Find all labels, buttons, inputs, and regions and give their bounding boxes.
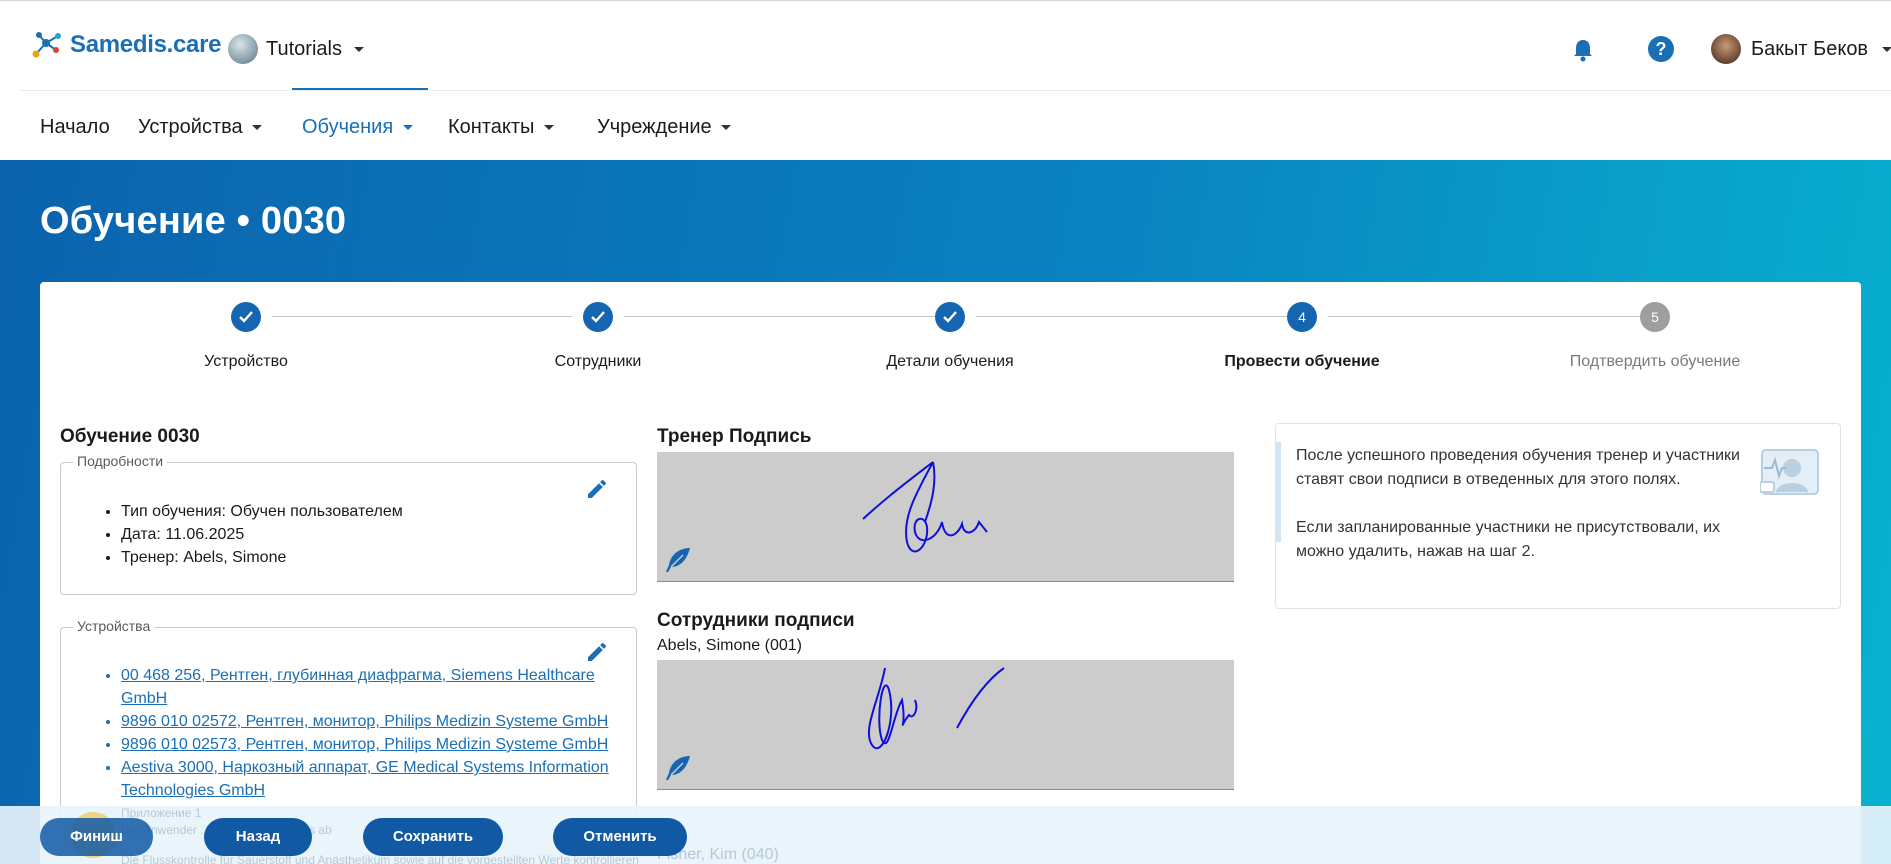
step-label: Провести обучение bbox=[1224, 353, 1380, 370]
step-connector bbox=[1328, 316, 1641, 317]
back-button[interactable]: Назад bbox=[204, 818, 312, 856]
list-item: 00 468 256, Рентген, глубинная диафрагма… bbox=[121, 664, 631, 710]
device-link[interactable]: Aestiva 3000, Наркозный аппарат, GE Medi… bbox=[121, 759, 609, 799]
nav-item-trainings[interactable]: Обучения bbox=[302, 116, 413, 139]
finish-button[interactable]: Финиш bbox=[40, 818, 153, 856]
main-nav: Начало Устройства Обучения Контакты Учре… bbox=[0, 91, 1891, 160]
user-avatar bbox=[1711, 34, 1741, 64]
check-icon bbox=[239, 311, 253, 323]
tenant-avatar bbox=[228, 34, 258, 64]
bell-icon bbox=[1574, 40, 1592, 62]
nav-item-label: Обучения bbox=[302, 116, 394, 138]
logo[interactable]: Samedis.care bbox=[30, 30, 221, 60]
info-text: После успешного проведения обучения трен… bbox=[1296, 444, 1746, 564]
user-name: Бакыт Беков bbox=[1751, 37, 1869, 60]
step-3-details[interactable] bbox=[935, 302, 965, 332]
chevron-down-icon bbox=[402, 125, 413, 131]
info-accent-bar bbox=[1276, 442, 1281, 542]
details-legend: Подробности bbox=[73, 453, 168, 469]
feather-icon[interactable] bbox=[663, 545, 693, 575]
step-1-device[interactable] bbox=[231, 302, 261, 332]
user-menu[interactable]: Бакыт Беков bbox=[1711, 34, 1891, 64]
list-item: 9896 010 02573, Рентген, монитор, Philip… bbox=[121, 733, 631, 756]
devices-legend: Устройства bbox=[73, 618, 155, 634]
nav-item-facility[interactable]: Учреждение bbox=[597, 116, 732, 139]
tenant-underline bbox=[292, 88, 428, 90]
step-label: Детали обучения bbox=[886, 353, 1014, 370]
step-label: Сотрудники bbox=[554, 353, 642, 370]
tenant-selector[interactable]: Tutorials bbox=[228, 34, 364, 64]
notifications-button[interactable] bbox=[1572, 38, 1594, 67]
nav-item-contacts[interactable]: Контакты bbox=[448, 116, 554, 139]
list-item: 9896 010 02572, Рентген, монитор, Philip… bbox=[121, 710, 631, 733]
chevron-down-icon bbox=[543, 125, 554, 131]
info-paragraph: Если запланированные участники не присут… bbox=[1296, 519, 1721, 560]
device-link[interactable]: 9896 010 02572, Рентген, монитор, Philip… bbox=[121, 713, 608, 730]
chevron-down-icon bbox=[1882, 46, 1891, 52]
check-icon bbox=[591, 311, 605, 323]
step-number: 4 bbox=[1298, 309, 1306, 325]
nav-item-label: Контакты bbox=[448, 116, 535, 138]
logo-text: Samedis.care bbox=[70, 31, 222, 58]
trainer-signature-pad[interactable] bbox=[657, 452, 1234, 582]
trainer-signature-title: Тренер Подпись bbox=[657, 426, 812, 447]
nav-item-label: Учреждение bbox=[597, 116, 712, 138]
devices-list: 00 468 256, Рентген, глубинная диафрагма… bbox=[121, 664, 631, 802]
step-5-confirm[interactable]: 5 bbox=[1640, 302, 1670, 332]
list-item: Тренер: Abels, Simone bbox=[121, 546, 403, 569]
details-list: Тип обучения: Обучен пользователем Дата:… bbox=[121, 500, 403, 569]
step-number: 5 bbox=[1651, 309, 1659, 325]
info-paragraph: После успешного проведения обучения трен… bbox=[1296, 447, 1740, 488]
chevron-down-icon bbox=[721, 125, 732, 131]
check-icon bbox=[943, 311, 957, 323]
employee-signature-image bbox=[867, 667, 1005, 749]
step-label: Устройство bbox=[204, 353, 288, 370]
nav-item-label: Начало bbox=[40, 116, 110, 138]
save-button[interactable]: Сохранить bbox=[363, 818, 503, 856]
feather-icon[interactable] bbox=[663, 753, 693, 783]
cancel-button[interactable]: Отменить bbox=[553, 818, 687, 856]
chevron-down-icon bbox=[252, 125, 263, 131]
trainer-signature-image bbox=[862, 461, 988, 553]
device-link[interactable]: 00 468 256, Рентген, глубинная диафрагма… bbox=[121, 667, 595, 707]
nav-item-home[interactable]: Начало bbox=[40, 116, 110, 139]
step-connector bbox=[624, 316, 938, 317]
edit-icon[interactable] bbox=[585, 640, 609, 664]
page-title: Обучение • 0030 bbox=[40, 200, 347, 242]
employee-name: Abels, Simone (001) bbox=[657, 637, 802, 654]
edit-icon[interactable] bbox=[585, 477, 609, 501]
employees-signature-title: Сотрудники подписи bbox=[657, 610, 855, 631]
logo-icon bbox=[32, 32, 61, 58]
info-panel: После успешного проведения обучения трен… bbox=[1275, 423, 1841, 609]
step-connector bbox=[976, 316, 1289, 317]
step-4-conduct[interactable]: 4 bbox=[1287, 302, 1317, 332]
step-connector bbox=[272, 316, 572, 317]
list-item: Aestiva 3000, Наркозный аппарат, GE Medi… bbox=[121, 756, 631, 802]
info-illustration-icon bbox=[1760, 449, 1819, 495]
nav-item-devices[interactable]: Устройства bbox=[138, 116, 263, 139]
training-heading: Обучение 0030 bbox=[60, 426, 200, 447]
nav-item-label: Устройства bbox=[138, 116, 243, 138]
help-icon[interactable]: ? bbox=[1648, 36, 1674, 62]
tenant-name: Tutorials bbox=[266, 37, 342, 60]
chevron-down-icon bbox=[353, 46, 364, 52]
step-label: Подтвердить обучение bbox=[1569, 353, 1741, 370]
device-link[interactable]: 9896 010 02573, Рентген, монитор, Philip… bbox=[121, 736, 608, 753]
employee-signature-pad[interactable] bbox=[657, 660, 1234, 790]
list-item: Тип обучения: Обучен пользователем bbox=[121, 500, 403, 523]
list-item: Дата: 11.06.2025 bbox=[121, 523, 403, 546]
step-2-employees[interactable] bbox=[583, 302, 613, 332]
